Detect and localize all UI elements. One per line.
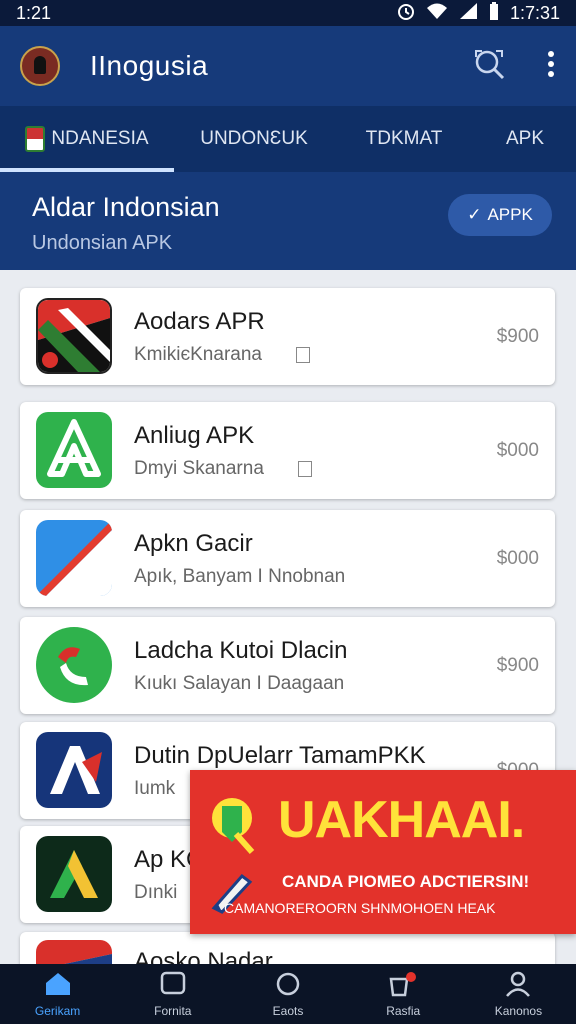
app-price: $000 xyxy=(496,548,539,569)
app-icon xyxy=(36,520,112,596)
square-icon xyxy=(159,971,187,1000)
apk-button[interactable]: ✓ APPK xyxy=(448,194,552,236)
alarm-icon xyxy=(396,1,416,26)
home-icon xyxy=(44,971,72,1000)
app-name: Aodars APR xyxy=(134,308,265,335)
battery-icon xyxy=(488,1,500,26)
list-item[interactable]: Ladcha Kutoi Dlacin Kıukı Salayan I Daag… xyxy=(20,617,555,714)
tab-ndanesia[interactable]: NDANESIA xyxy=(0,106,174,172)
app-name: Ladcha Kutoi Dlacin xyxy=(134,637,348,664)
more-vert-icon[interactable] xyxy=(546,49,556,84)
hero-banner: Aldar Indonsian Undonsian APK ✓ APPK xyxy=(0,172,576,270)
flag-icon xyxy=(25,126,46,152)
app-name: Apkn Gacir xyxy=(134,530,253,557)
app-subtitle: Dmyi Skanarna xyxy=(134,458,312,480)
app-price: $900 xyxy=(496,326,539,347)
promo-line-1: CANDA PIOMEO ADCTIERSIN! xyxy=(282,872,530,891)
apk-button-label: APPK xyxy=(487,205,533,224)
app-price: $900 xyxy=(496,655,539,676)
list-item[interactable]: Aodars APR KmikiєKnarana $900 xyxy=(20,288,555,385)
tab-tdkmat[interactable]: TDKMAT xyxy=(334,106,474,172)
check-icon: ✓ xyxy=(467,205,482,224)
app-icon xyxy=(36,298,112,374)
nav-label: Eaots xyxy=(272,1003,304,1018)
nav-item-fornita[interactable]: Fornita xyxy=(115,964,230,1024)
nav-label: Kanonos xyxy=(494,1003,543,1018)
hero-subtitle: Undonsian APK xyxy=(32,232,173,254)
nav-item-eaots[interactable]: Eaots xyxy=(230,964,345,1024)
app-icon xyxy=(36,732,112,808)
app-logo xyxy=(20,46,60,86)
file-icon xyxy=(297,460,312,477)
tab-bar: NDANESIA UNDONƐUK TDKMAT APK xyxy=(0,106,576,172)
signal-icon xyxy=(458,2,478,25)
badge-icon xyxy=(208,794,258,854)
nav-item-home[interactable]: Gerikam xyxy=(0,964,115,1024)
hero-title: Aldar Indonsian xyxy=(32,192,220,222)
promo-line-2: CAMANOREROORN SHNMOHOEN HEAK xyxy=(224,900,496,916)
nav-label: Rasfia xyxy=(386,1003,421,1018)
app-bar: IInogusia xyxy=(0,26,576,106)
tab-label: UNDONƐUK xyxy=(200,128,308,149)
list-item[interactable]: Anliug APK Dmyi Skanarna $000 xyxy=(20,402,555,499)
tab-label: APK xyxy=(505,128,545,149)
file-icon xyxy=(295,346,310,363)
search-icon[interactable] xyxy=(472,47,506,86)
bag-icon xyxy=(387,971,419,1000)
tab-label: TDKMAT xyxy=(365,128,443,149)
status-time-left: 1:21 xyxy=(16,2,52,23)
app-price: $000 xyxy=(496,440,539,461)
status-time-right: 1:7:31 xyxy=(509,2,560,23)
circle-icon xyxy=(274,971,302,1000)
app-subtitle: Apık, Banyam I Nnobnan xyxy=(134,566,346,587)
nav-item-rasfia[interactable]: Rasfia xyxy=(346,964,461,1024)
nav-label: Gerikam xyxy=(34,1003,81,1018)
app-icon xyxy=(36,412,112,488)
app-title: IInogusia xyxy=(90,50,209,81)
app-icon xyxy=(36,836,112,912)
promo-title: UAKHAAI. xyxy=(278,791,525,849)
nav-label: Fornita xyxy=(154,1003,192,1018)
app-subtitle: Dınki xyxy=(134,882,178,903)
status-bar: 1:21 1:7:31 xyxy=(0,0,576,26)
app-name: Anliug APK xyxy=(134,422,255,449)
person-icon xyxy=(504,971,532,1000)
app-name: Dutin DpUelarr TamamPKK xyxy=(134,742,426,769)
app-subtitle: KmikiєKnarana xyxy=(134,344,310,366)
app-icon xyxy=(36,627,112,703)
nav-item-kanonos[interactable]: Kanonos xyxy=(461,964,576,1024)
status-icons: 1:7:31 xyxy=(396,1,560,26)
tab-apk[interactable]: APK xyxy=(474,106,576,172)
bottom-navigation: Gerikam Fornita Eaots Rasfia Kanonos xyxy=(0,964,576,1024)
app-subtitle: Kıukı Salayan I Daagaan xyxy=(134,673,345,694)
promo-banner[interactable]: UAKHAAI. CANDA PIOMEO ADCTIERSIN! CAMANO… xyxy=(190,770,576,934)
app-subtitle: Iumk xyxy=(134,778,176,799)
tab-label: NDANESIA xyxy=(51,128,149,149)
tab-undoneuk[interactable]: UNDONƐUK xyxy=(174,106,334,172)
list-item[interactable]: Apkn Gacir Apık, Banyam I Nnobnan $000 xyxy=(20,510,555,607)
wifi-icon xyxy=(426,2,448,25)
